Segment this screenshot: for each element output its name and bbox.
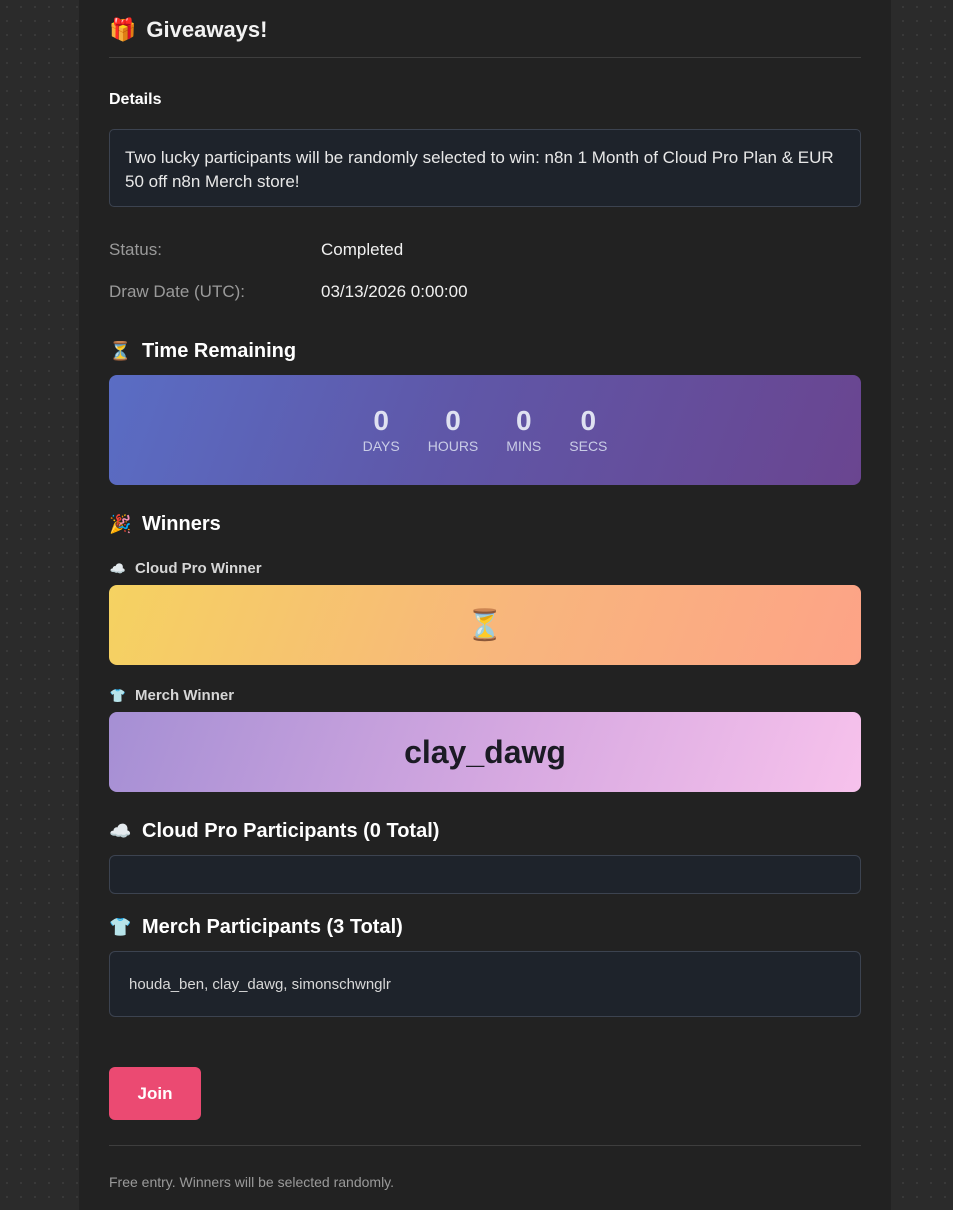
countdown-secs-value: 0 bbox=[580, 405, 597, 436]
merch-winner-box: clay_dawg bbox=[109, 712, 861, 792]
merch-winner-label-text: Merch Winner bbox=[135, 687, 235, 704]
merch-participants-heading: 👕 Merch Participants (3 Total) bbox=[109, 916, 861, 939]
cloud-winner-label: ☁️ Cloud Pro Winner bbox=[109, 560, 861, 577]
draw-date-value: 03/13/2026 0:00:00 bbox=[321, 282, 468, 301]
join-row: Join bbox=[109, 1067, 861, 1120]
cloud-winner-box: ⏳ bbox=[109, 585, 861, 665]
countdown-days-value: 0 bbox=[373, 405, 389, 436]
merch-participants-title: Merch Participants (3 Total) bbox=[142, 916, 403, 938]
status-label: Status: bbox=[109, 240, 162, 259]
countdown-days-label: DAYS bbox=[362, 438, 400, 454]
tshirt-icon: 👕 bbox=[109, 917, 132, 937]
giveaway-panel: 🎁 Giveaways! Details Two lucky participa… bbox=[79, 0, 891, 1210]
merch-participants-list: houda_ben, clay_dawg, simonschwnglr bbox=[109, 951, 861, 1017]
hourglass-icon: ⏳ bbox=[466, 608, 504, 642]
countdown-days: 0 DAYS bbox=[362, 405, 400, 455]
cloud-winner-label-text: Cloud Pro Winner bbox=[135, 560, 262, 577]
footer-divider bbox=[109, 1145, 861, 1146]
tshirt-icon: 👕 bbox=[109, 687, 127, 703]
countdown-secs: 0 SECS bbox=[569, 405, 608, 455]
countdown-mins-label: MINS bbox=[506, 438, 542, 454]
page-title: Giveaways! bbox=[146, 16, 268, 42]
gift-icon: 🎁 bbox=[109, 16, 137, 42]
cloud-participants-list bbox=[109, 855, 861, 894]
status-row: Status: Completed bbox=[109, 240, 861, 260]
join-button[interactable]: Join bbox=[109, 1067, 201, 1120]
countdown-timer: 0 DAYS 0 HOURS 0 MINS 0 SECS bbox=[109, 375, 861, 485]
cloud-participants-heading: ☁️ Cloud Pro Participants (0 Total) bbox=[109, 820, 861, 843]
time-remaining-heading: ⏳ Time Remaining bbox=[109, 340, 861, 363]
winners-heading: 🎉 Winners bbox=[109, 513, 861, 536]
draw-date-row: Draw Date (UTC): 03/13/2026 0:00:00 bbox=[109, 282, 861, 302]
merch-winner-name: clay_dawg bbox=[404, 733, 566, 770]
party-popper-icon: 🎉 bbox=[109, 514, 132, 534]
cloud-icon: ☁️ bbox=[109, 560, 127, 576]
countdown-mins: 0 MINS bbox=[506, 405, 542, 455]
merch-winner-label: 👕 Merch Winner bbox=[109, 687, 861, 704]
countdown-mins-value: 0 bbox=[515, 405, 532, 436]
hourglass-icon: ⏳ bbox=[109, 341, 132, 361]
status-value: Completed bbox=[321, 240, 404, 259]
footer-text: Free entry. Winners will be selected ran… bbox=[109, 1174, 395, 1190]
details-heading: Details bbox=[109, 91, 162, 108]
page-header: 🎁 Giveaways! bbox=[109, 0, 861, 58]
winners-title: Winners bbox=[142, 513, 221, 535]
countdown-hours-label: HOURS bbox=[427, 438, 479, 454]
draw-date-label: Draw Date (UTC): bbox=[109, 282, 246, 301]
countdown-hours-value: 0 bbox=[445, 405, 461, 436]
cloud-participants-title: Cloud Pro Participants (0 Total) bbox=[142, 820, 440, 842]
details-box: Two lucky participants will be randomly … bbox=[109, 129, 861, 207]
countdown-hours: 0 HOURS bbox=[427, 405, 479, 455]
time-remaining-title: Time Remaining bbox=[142, 340, 297, 362]
countdown-secs-label: SECS bbox=[569, 438, 608, 454]
cloud-icon: ☁️ bbox=[109, 821, 132, 841]
